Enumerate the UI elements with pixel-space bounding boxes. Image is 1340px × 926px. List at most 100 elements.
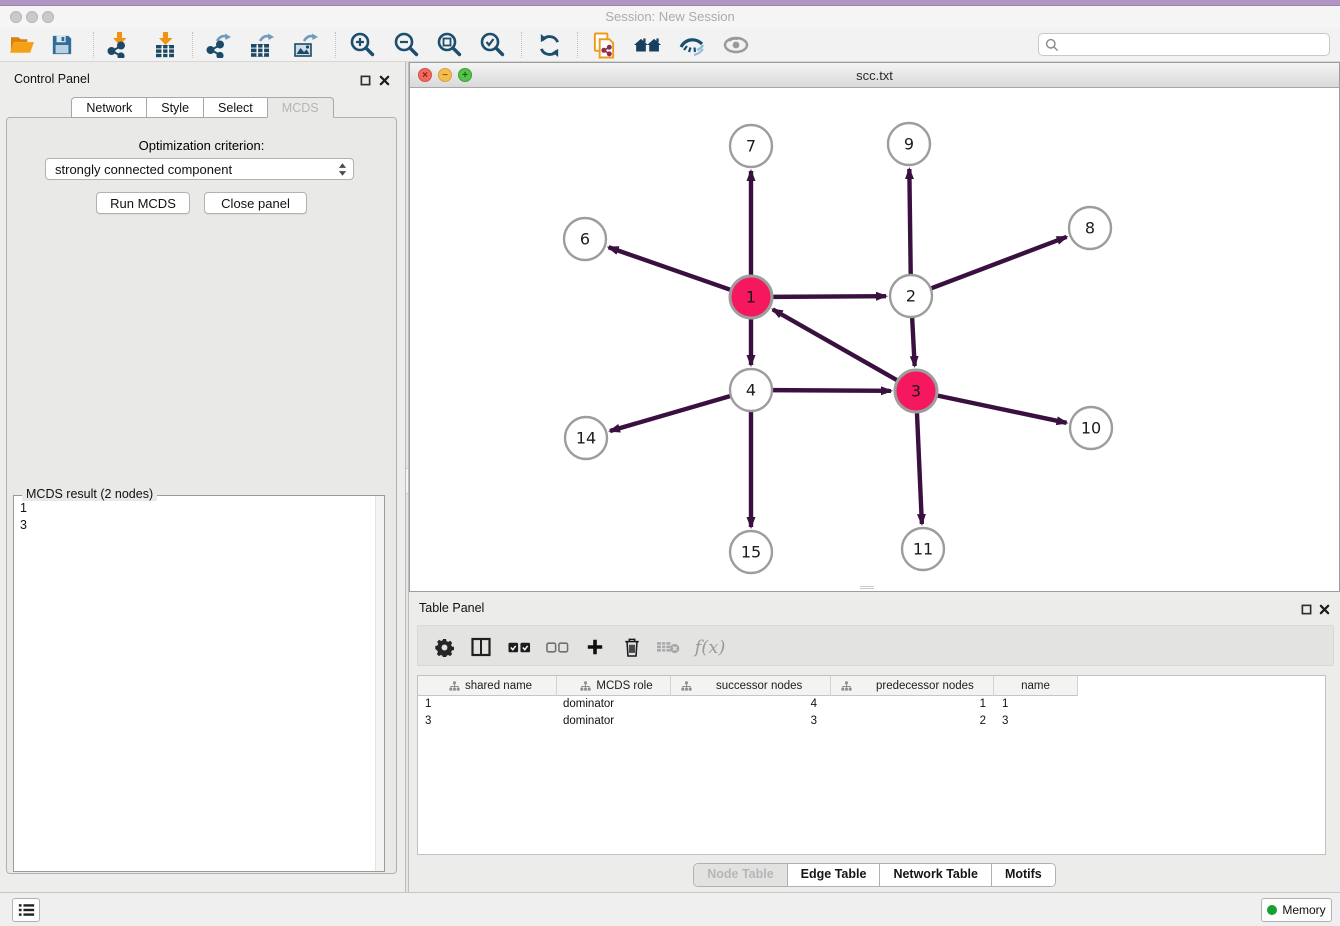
node-4[interactable]: 4 bbox=[730, 369, 772, 411]
float-panel-button[interactable] bbox=[358, 73, 372, 87]
save-session-button[interactable] bbox=[48, 31, 76, 59]
zoom-out-button[interactable] bbox=[392, 31, 420, 59]
zoom-in-button[interactable] bbox=[348, 31, 376, 59]
edge-3-1[interactable] bbox=[773, 309, 898, 380]
apply-layout-button[interactable] bbox=[535, 31, 563, 59]
import-network-button[interactable] bbox=[105, 31, 133, 59]
edge-4-14[interactable] bbox=[610, 396, 731, 431]
tab-select[interactable]: Select bbox=[203, 97, 267, 118]
node-3[interactable]: 3 bbox=[895, 370, 937, 412]
table-panel-title: Table Panel bbox=[419, 601, 484, 615]
close-panel-button[interactable] bbox=[377, 73, 391, 87]
titlebar: Session: New Session bbox=[0, 6, 1340, 28]
zoom-fit-button[interactable] bbox=[435, 31, 463, 59]
add-column-button[interactable] bbox=[581, 633, 609, 661]
edge-1-2[interactable] bbox=[772, 296, 886, 297]
toolbar-separator bbox=[93, 32, 94, 58]
import-table-icon bbox=[152, 32, 178, 58]
tab-edge-table[interactable]: Edge Table bbox=[788, 864, 881, 886]
column-header-shared-name[interactable]: shared name bbox=[418, 676, 557, 696]
edge-3-11[interactable] bbox=[917, 412, 922, 524]
float-window-icon bbox=[360, 75, 371, 86]
export-table-button[interactable] bbox=[247, 31, 275, 59]
criterion-select[interactable]: strongly connected component bbox=[45, 158, 354, 180]
show-graphics-details-button[interactable] bbox=[722, 31, 750, 59]
tab-style[interactable]: Style bbox=[146, 97, 203, 118]
toolbar-separator bbox=[335, 32, 336, 58]
table-options-button[interactable] bbox=[430, 633, 458, 661]
close-panel-button-mcds[interactable]: Close panel bbox=[204, 192, 307, 214]
node-10[interactable]: 10 bbox=[1070, 407, 1112, 449]
table-row[interactable]: 1dominator411 bbox=[418, 696, 1325, 713]
column-view-button[interactable] bbox=[467, 633, 495, 661]
canvas-resize-grip[interactable] bbox=[860, 586, 874, 590]
svg-text:4: 4 bbox=[746, 381, 756, 400]
column-header-name[interactable]: name bbox=[994, 676, 1078, 696]
deselect-all-columns-button[interactable] bbox=[543, 633, 571, 661]
import-table-button[interactable] bbox=[151, 31, 179, 59]
select-all-columns-button[interactable] bbox=[505, 633, 533, 661]
delete-table-button[interactable] bbox=[654, 633, 682, 661]
control-panel: Control Panel Network Style Select MCDS … bbox=[0, 62, 405, 892]
node-14[interactable]: 14 bbox=[565, 417, 607, 459]
eye-slash-icon bbox=[679, 34, 705, 56]
close-icon bbox=[1319, 604, 1330, 615]
clone-network-button[interactable] bbox=[590, 31, 618, 59]
network-graph[interactable]: 7 9 6 8 1 2 4 3 14 10 15 11 bbox=[410, 88, 1339, 591]
export-image-icon bbox=[292, 32, 318, 58]
main-toolbar bbox=[0, 28, 1340, 62]
table-tabs: Node Table Edge Table Network Table Moti… bbox=[409, 863, 1340, 887]
node-2[interactable]: 2 bbox=[890, 275, 932, 317]
network-canvas[interactable]: 7 9 6 8 1 2 4 3 14 10 15 11 bbox=[410, 88, 1339, 591]
close-table-panel-button[interactable] bbox=[1317, 602, 1331, 616]
column-header-predecessor-nodes[interactable]: predecessor nodes bbox=[831, 676, 994, 696]
result-scrollbar[interactable] bbox=[375, 496, 384, 871]
node-6[interactable]: 6 bbox=[564, 218, 606, 260]
open-session-button[interactable] bbox=[8, 31, 36, 59]
mcds-result-text[interactable]: 13 bbox=[20, 500, 370, 534]
tab-network-table[interactable]: Network Table bbox=[880, 864, 992, 886]
column-header-successor-nodes[interactable]: successor nodes bbox=[671, 676, 831, 696]
toolbar-separator bbox=[521, 32, 522, 58]
node-11[interactable]: 11 bbox=[902, 528, 944, 570]
tab-mcds[interactable]: MCDS bbox=[267, 97, 334, 118]
zoom-selected-button[interactable] bbox=[478, 31, 506, 59]
network-title: scc.txt bbox=[410, 63, 1339, 88]
node-1[interactable]: 1 bbox=[730, 276, 772, 318]
column-header-mcds-role[interactable]: MCDS role bbox=[557, 676, 671, 696]
node-9[interactable]: 9 bbox=[888, 123, 930, 165]
edge-1-6[interactable] bbox=[609, 247, 732, 290]
edge-4-3[interactable] bbox=[772, 390, 891, 391]
run-mcds-button[interactable]: Run MCDS bbox=[96, 192, 190, 214]
hierarchy-icon bbox=[580, 681, 591, 692]
memory-button[interactable]: Memory bbox=[1261, 898, 1332, 922]
node-15[interactable]: 15 bbox=[730, 531, 772, 573]
function-builder-button[interactable]: f(x) bbox=[690, 633, 730, 661]
export-image-button[interactable] bbox=[291, 31, 319, 59]
edge-3-10[interactable] bbox=[937, 395, 1067, 422]
edge-2-8[interactable] bbox=[931, 237, 1067, 289]
search-field[interactable] bbox=[1038, 33, 1330, 56]
export-network-button[interactable] bbox=[204, 31, 232, 59]
node-7[interactable]: 7 bbox=[730, 125, 772, 167]
node-8[interactable]: 8 bbox=[1069, 207, 1111, 249]
delete-column-button[interactable] bbox=[618, 633, 646, 661]
memory-label: Memory bbox=[1282, 903, 1325, 917]
hide-graphics-details-button[interactable] bbox=[678, 31, 706, 59]
go-home-button[interactable] bbox=[634, 31, 662, 59]
tab-node-table[interactable]: Node Table bbox=[694, 864, 787, 886]
hierarchy-icon bbox=[681, 681, 692, 692]
svg-text:10: 10 bbox=[1081, 419, 1101, 438]
tab-network[interactable]: Network bbox=[71, 97, 146, 118]
close-icon bbox=[379, 75, 390, 86]
task-history-button[interactable] bbox=[12, 898, 40, 922]
edge-2-3[interactable] bbox=[912, 317, 915, 366]
table-row[interactable]: 3dominator323 bbox=[418, 713, 1325, 730]
clone-network-icon bbox=[592, 32, 617, 59]
network-window-titlebar[interactable]: × − + scc.txt bbox=[410, 63, 1339, 88]
edge-2-9[interactable] bbox=[909, 169, 910, 275]
float-table-panel-button[interactable] bbox=[1299, 602, 1313, 616]
splitter-grip[interactable] bbox=[406, 468, 408, 494]
tab-motifs[interactable]: Motifs bbox=[992, 864, 1055, 886]
open-folder-icon bbox=[10, 34, 35, 56]
